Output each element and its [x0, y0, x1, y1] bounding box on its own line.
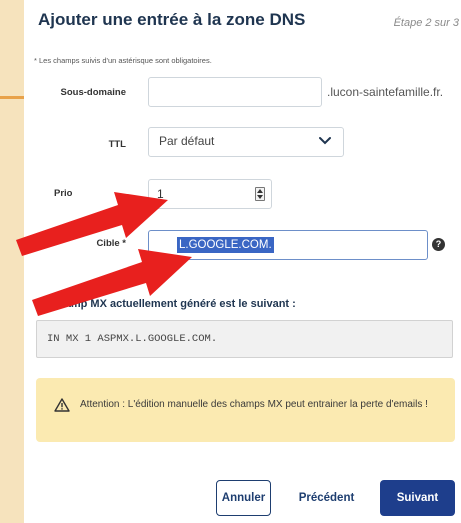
step-indicator: Étape 2 sur 3	[393, 17, 459, 29]
ttl-label: TTL	[108, 139, 126, 150]
required-fields-note: * Les champs suivis d'un astérisque sont…	[34, 56, 212, 65]
target-selected-text: L.GOOGLE.COM.	[177, 237, 274, 253]
warning-text: Attention : L'édition manuelle des champ…	[80, 399, 428, 410]
priority-input[interactable]: 1	[148, 179, 272, 209]
next-button[interactable]: Suivant	[380, 480, 455, 516]
target-label: Cible *	[96, 238, 126, 249]
subdomain-suffix: .lucon-saintefamille.fr.	[327, 85, 444, 99]
spinner-icon[interactable]	[255, 187, 265, 201]
ttl-select[interactable]: Par défaut	[148, 127, 344, 157]
dns-entry-dialog: Ajouter une entrée à la zone DNS Étape 2…	[24, 0, 461, 523]
warning-box: Attention : L'édition manuelle des champ…	[36, 378, 455, 442]
dialog-title: Ajouter une entrée à la zone DNS	[38, 10, 306, 29]
mx-heading: Le champ MX actuellement généré est le s…	[36, 298, 296, 310]
cancel-button[interactable]: Annuler	[216, 480, 271, 516]
target-input[interactable]: L.GOOGLE.COM.	[148, 230, 428, 260]
previous-button[interactable]: Précédent	[289, 480, 364, 516]
ttl-selected-value: Par défaut	[159, 134, 215, 148]
subdomain-input[interactable]	[148, 77, 322, 107]
warning-triangle-icon	[54, 398, 70, 412]
question-icon[interactable]: ?	[432, 238, 445, 251]
priority-label: Prio	[54, 188, 73, 199]
chevron-down-icon	[319, 137, 331, 145]
subdomain-label: Sous-domaine	[60, 87, 126, 98]
priority-value: 1	[157, 187, 164, 201]
mx-record-box: IN MX 1 ASPMX.L.GOOGLE.COM.	[36, 320, 453, 358]
